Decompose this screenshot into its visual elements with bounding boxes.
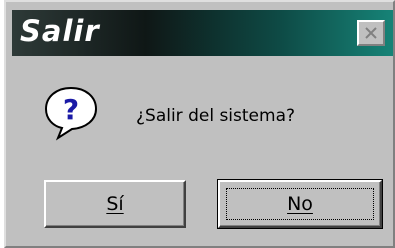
dialog-title: Salir bbox=[20, 14, 100, 48]
focus-ring bbox=[226, 188, 374, 220]
question-icon: ? bbox=[42, 84, 100, 142]
dialog-window: Salir ? ¿Salir del sistema? Sí No bbox=[4, 0, 395, 248]
dialog-message: ¿Salir del sistema? bbox=[136, 106, 296, 126]
close-icon bbox=[365, 27, 377, 39]
yes-button-label: Sí bbox=[106, 193, 124, 215]
svg-text:?: ? bbox=[63, 93, 79, 126]
close-button[interactable] bbox=[357, 20, 385, 46]
no-button[interactable]: No bbox=[217, 179, 383, 229]
yes-button[interactable]: Sí bbox=[44, 180, 186, 228]
title-bar[interactable]: Salir bbox=[12, 10, 393, 56]
